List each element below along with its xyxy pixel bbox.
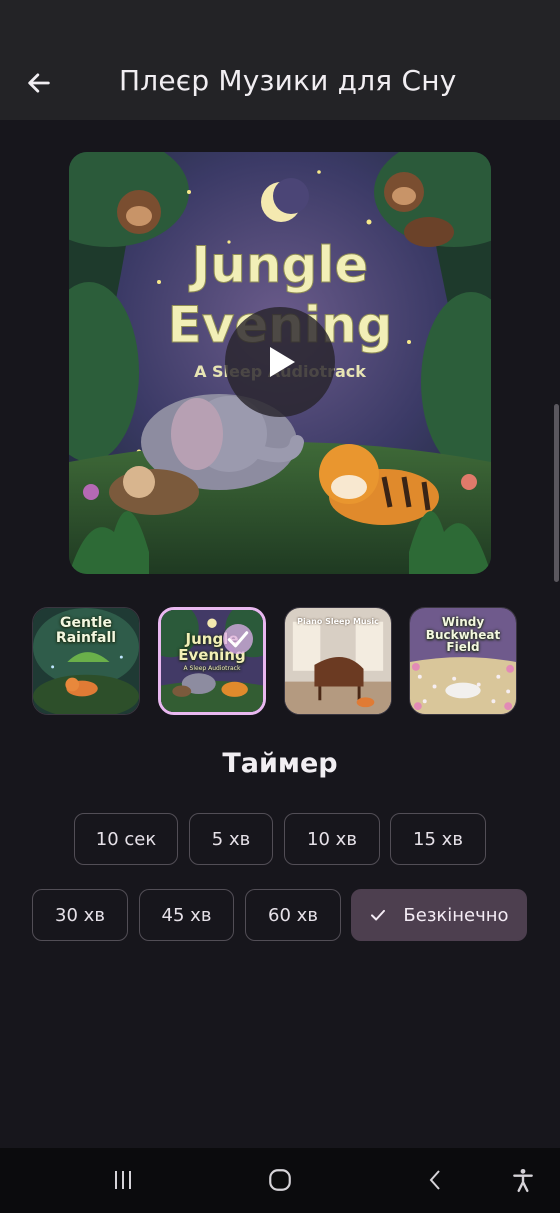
timer-option-label: Безкінечно	[403, 904, 509, 926]
recent-apps-button[interactable]	[103, 1160, 143, 1200]
track-list: Gentle Rainfall Jungle Evening A Sleep Aud…	[32, 605, 528, 717]
track-title: Piano Sleep Music	[297, 617, 379, 626]
track-gentle-rainfall[interactable]: Gentle Rainfall	[32, 607, 140, 715]
track-title: Windy Buckwheat Field	[425, 615, 501, 655]
selected-badge	[223, 624, 253, 654]
play-icon	[270, 347, 295, 377]
check-icon	[369, 906, 387, 924]
accessibility-icon	[513, 1168, 533, 1193]
home-button[interactable]	[260, 1160, 300, 1200]
back-icon	[429, 1170, 440, 1190]
timer-option-5-min[interactable]: 5 хв	[189, 813, 273, 865]
home-icon	[269, 1169, 291, 1191]
status-bar	[0, 0, 560, 44]
track-windy-buckwheat-field[interactable]: Windy Buckwheat Field	[409, 607, 517, 715]
track-piano-sleep-music[interactable]: Piano Sleep Music	[284, 607, 392, 715]
timer-title: Таймер	[222, 748, 338, 779]
timer-option-infinite[interactable]: Безкінечно	[351, 889, 527, 941]
system-nav-bar	[0, 1148, 560, 1213]
arrow-left-icon	[28, 73, 50, 93]
nav-back-button[interactable]	[416, 1160, 456, 1200]
back-button[interactable]	[22, 66, 56, 100]
timer-option-15-min[interactable]: 15 хв	[390, 813, 486, 865]
accessibility-button[interactable]	[503, 1160, 543, 1200]
check-icon	[227, 631, 249, 648]
scrollbar[interactable]	[554, 404, 559, 582]
recent-apps-icon	[115, 1171, 131, 1189]
play-button[interactable]	[225, 307, 335, 417]
track-jungle-evening[interactable]: Jungle Evening A Sleep Audiotrack	[158, 607, 266, 715]
timer-option-10-sec[interactable]: 10 сек	[74, 813, 178, 865]
page-title: Плеєр Музики для Сну	[119, 64, 457, 97]
timer-option-10-min[interactable]: 10 хв	[284, 813, 380, 865]
cover-title-line1: Jungle	[189, 236, 369, 294]
timer-option-30-min[interactable]: 30 хв	[32, 889, 128, 941]
app-bar: Плеєр Музики для Сну	[0, 44, 560, 120]
timer-option-45-min[interactable]: 45 хв	[139, 889, 234, 941]
track-title: Gentle Rainfall	[55, 615, 117, 646]
timer-option-60-min[interactable]: 60 хв	[245, 889, 341, 941]
